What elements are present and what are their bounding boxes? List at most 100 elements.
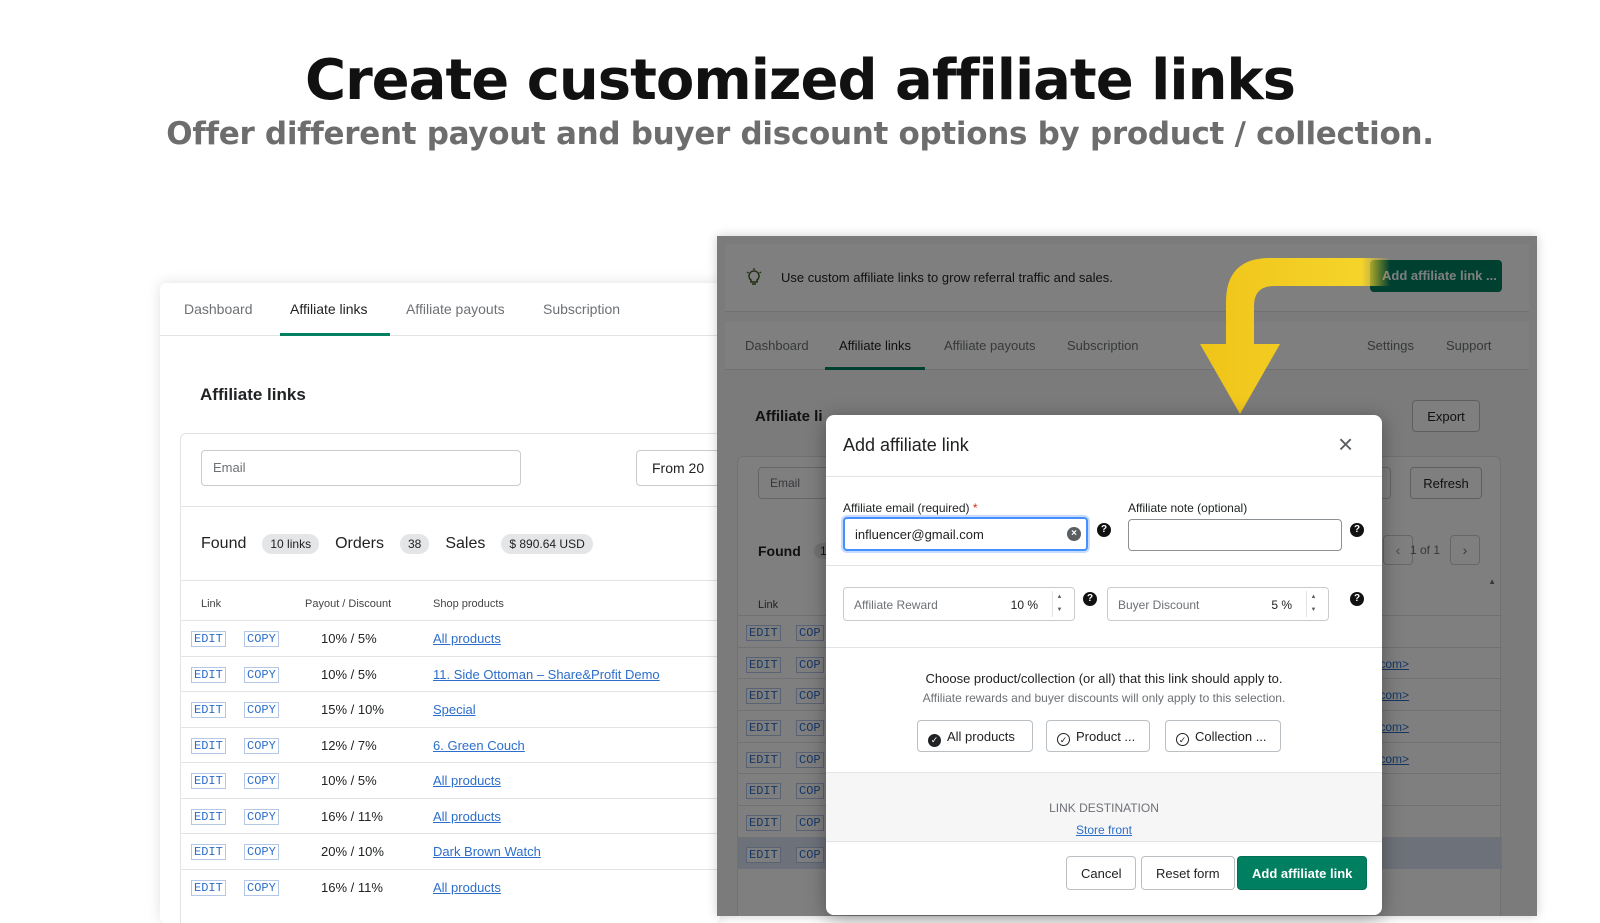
- copy-button[interactable]: COPY: [244, 702, 279, 718]
- tab-subscription[interactable]: Subscription: [543, 301, 620, 317]
- link-destination-label: LINK DESTINATION: [1049, 801, 1159, 815]
- table-row: EDIT COPY 10% / 5% 11. Side Ottoman – Share…: [181, 655, 720, 692]
- discount-value: 5 %: [1271, 598, 1292, 612]
- spinner-arrows-icon[interactable]: ▲ ▼: [1052, 591, 1066, 617]
- payout-discount: 10% / 5%: [321, 773, 377, 788]
- store-front-link[interactable]: Store front: [826, 823, 1382, 837]
- table-row: EDIT COPY 20% / 10% Dark Brown Watch: [181, 833, 720, 869]
- check-circle-icon: ✓: [928, 734, 941, 747]
- email-label: Affiliate email (required) *: [843, 501, 978, 515]
- email-value: influencer@gmail.com: [855, 527, 984, 542]
- clear-input-icon[interactable]: ×: [1067, 527, 1081, 541]
- all-products-button[interactable]: ✓ All products: [917, 720, 1033, 752]
- copy-button[interactable]: COPY: [244, 666, 279, 683]
- help-icon[interactable]: ?: [1083, 592, 1097, 606]
- hero-title: Create customized affiliate links: [304, 48, 1296, 113]
- modal-footer: Cancel Reset form Add affiliate link: [826, 841, 1382, 915]
- product-link[interactable]: All products: [433, 809, 501, 824]
- edit-button[interactable]: EDIT: [191, 631, 226, 647]
- modal-header: Add affiliate link ×: [826, 415, 1382, 477]
- divider: [826, 565, 1382, 566]
- column-header-products: Shop products: [433, 598, 504, 610]
- tab-dashboard[interactable]: Dashboard: [184, 301, 253, 317]
- edit-button[interactable]: EDIT: [191, 844, 226, 860]
- orders-label: Orders: [335, 535, 384, 552]
- close-icon[interactable]: ×: [1338, 431, 1353, 457]
- hero-subtitle: Offer different payout and buyer discoun…: [166, 116, 1434, 152]
- table-row: EDIT COPY 16% / 11% All products: [181, 868, 720, 905]
- copy-button[interactable]: COPY: [244, 879, 279, 896]
- product-link[interactable]: Special: [433, 702, 476, 717]
- help-icon[interactable]: ?: [1097, 523, 1111, 537]
- help-icon[interactable]: ?: [1350, 592, 1364, 606]
- reward-label: Affiliate Reward: [854, 598, 938, 612]
- cancel-button[interactable]: Cancel: [1066, 856, 1137, 890]
- payout-discount: 10% / 5%: [321, 631, 377, 646]
- payout-discount: 12% / 7%: [321, 737, 377, 753]
- product-link[interactable]: 6. Green Couch: [433, 738, 525, 753]
- affiliate-email-field[interactable]: influencer@gmail.com ×: [843, 517, 1088, 551]
- tab-affiliate-links[interactable]: Affiliate links: [290, 301, 368, 317]
- found-badge: 10 links: [262, 534, 320, 554]
- collection-button[interactable]: ✓ Collection ...: [1165, 720, 1281, 752]
- orders-badge: 38: [399, 534, 430, 554]
- product-link[interactable]: 11. Side Ottoman – Share&Profit Demo: [433, 667, 660, 682]
- edit-button[interactable]: EDIT: [191, 773, 226, 789]
- product-button[interactable]: ✓ Product ...: [1046, 720, 1150, 752]
- add-affiliate-link-modal: Add affiliate link × Affiliate email (re…: [826, 415, 1382, 915]
- date-from-input[interactable]: From 20: [636, 450, 720, 486]
- edit-button[interactable]: EDIT: [191, 879, 226, 896]
- edit-button[interactable]: EDIT: [191, 666, 226, 683]
- product-link[interactable]: All products: [433, 631, 501, 646]
- column-header-payout: Payout / Discount: [305, 598, 392, 610]
- reward-value: 10 %: [1010, 598, 1038, 612]
- email-filter-input[interactable]: Email: [201, 450, 521, 486]
- found-label: Found: [201, 535, 247, 552]
- table-row: EDIT COPY 15% / 10% Special: [181, 691, 720, 727]
- help-icon[interactable]: ?: [1350, 523, 1364, 537]
- payout-discount: 15% / 10%: [321, 702, 384, 717]
- check-circle-icon: ✓: [1176, 733, 1189, 746]
- tab-affiliate-payouts[interactable]: Affiliate payouts: [406, 301, 505, 317]
- affiliate-note-field[interactable]: [1128, 519, 1342, 551]
- reset-form-button[interactable]: Reset form: [1141, 856, 1235, 890]
- sales-label: Sales: [445, 535, 486, 552]
- selection-note: Affiliate rewards and buyer discounts wi…: [922, 691, 1286, 705]
- left-app-panel: Dashboard Affiliate links Affiliate payo…: [160, 283, 720, 923]
- spinner-arrows-icon[interactable]: ▲ ▼: [1306, 591, 1320, 617]
- payout-discount: 20% / 10%: [321, 844, 384, 859]
- product-link[interactable]: All products: [433, 773, 501, 788]
- copy-button[interactable]: COPY: [244, 844, 279, 860]
- selection-instructions: Choose product/collection (or all) that …: [925, 671, 1283, 686]
- copy-button[interactable]: COPY: [244, 773, 279, 789]
- left-tab-bar: Dashboard Affiliate links Affiliate payo…: [160, 283, 720, 336]
- edit-button[interactable]: EDIT: [191, 808, 226, 825]
- column-header-link: Link: [201, 598, 222, 610]
- page-title: Affiliate links: [200, 385, 306, 404]
- divider: [181, 580, 720, 581]
- edit-button[interactable]: EDIT: [191, 737, 226, 754]
- payout-discount: 16% / 11%: [321, 808, 383, 824]
- copy-button[interactable]: COPY: [244, 737, 279, 754]
- check-circle-icon: ✓: [1057, 733, 1070, 746]
- payout-discount: 16% / 11%: [321, 879, 383, 895]
- affiliate-reward-stepper[interactable]: Affiliate Reward 10 % ▲ ▼: [843, 587, 1075, 621]
- add-affiliate-link-submit-button[interactable]: Add affiliate link: [1237, 856, 1368, 890]
- copy-button[interactable]: COPY: [244, 808, 279, 825]
- table-row: EDIT COPY 10% / 5% All products: [181, 620, 720, 656]
- table-row: EDIT COPY 10% / 5% All products: [181, 762, 720, 798]
- sales-badge: $ 890.64 USD: [501, 534, 593, 554]
- copy-button[interactable]: COPY: [244, 631, 279, 647]
- product-link[interactable]: All products: [433, 880, 501, 895]
- table-row: EDIT COPY 12% / 7% 6. Green Couch: [181, 726, 720, 763]
- buyer-discount-stepper[interactable]: Buyer Discount 5 % ▲ ▼: [1107, 587, 1329, 621]
- links-card: Email From 20 Found 10 links Orders 38 S…: [180, 433, 720, 923]
- divider: [826, 647, 1382, 648]
- product-link[interactable]: Dark Brown Watch: [433, 844, 541, 859]
- table-row: EDIT COPY 16% / 11% All products: [181, 797, 720, 834]
- yellow-arrow-icon: [1200, 258, 1390, 414]
- active-tab-indicator: [280, 333, 390, 336]
- edit-button[interactable]: EDIT: [191, 702, 226, 718]
- discount-label: Buyer Discount: [1118, 598, 1200, 612]
- note-label: Affiliate note (optional): [1128, 501, 1248, 515]
